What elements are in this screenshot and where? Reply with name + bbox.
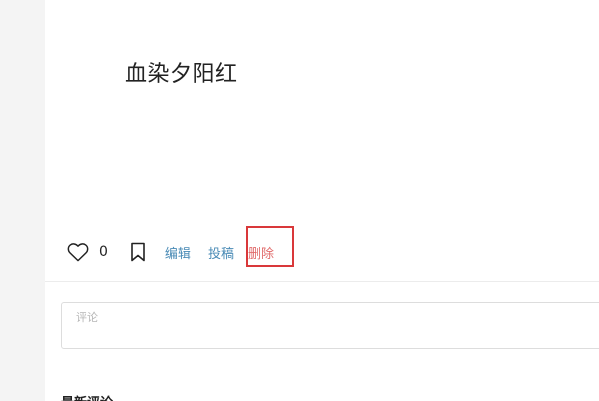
left-gutter	[0, 0, 45, 401]
edit-link[interactable]: 编辑	[165, 243, 191, 262]
submit-link[interactable]: 投稿	[208, 243, 234, 262]
post-action-bar: 0 编辑 投稿 删除	[67, 238, 274, 266]
like-count: 0	[99, 244, 108, 260]
delete-highlight-box	[246, 226, 294, 267]
divider	[45, 281, 599, 282]
comment-input[interactable]	[61, 302, 599, 349]
heart-icon[interactable]	[67, 242, 89, 262]
latest-comments-heading: 最新评论	[61, 392, 113, 401]
post-content: 血染夕阳红 0 编辑 投稿 删除 最新评论	[45, 0, 599, 401]
bookmark-icon[interactable]	[130, 242, 146, 262]
page: 血染夕阳红 0 编辑 投稿 删除 最新评论	[0, 0, 599, 401]
post-title: 血染夕阳红	[125, 62, 238, 87]
